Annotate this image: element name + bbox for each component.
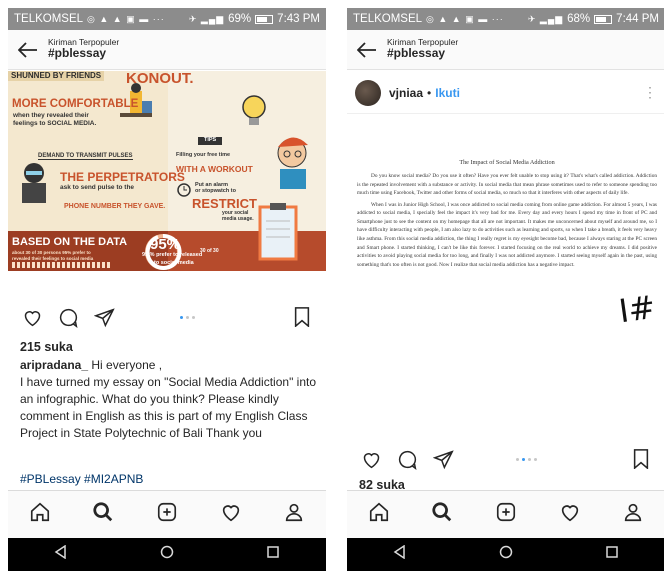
bookmark-icon[interactable] <box>288 303 316 331</box>
infographic-text: MORE COMFORTABLE <box>12 98 139 110</box>
bookmark-icon[interactable] <box>627 445 655 473</box>
home-circle-icon[interactable] <box>499 545 513 564</box>
heart-icon[interactable] <box>220 501 242 528</box>
infographic-text: 30 of 30 <box>200 248 219 254</box>
status-bar: TELKOMSEL ◎ ▲ ▲ ▣ ▬ ··· ✈ ▂▄▆ 68% 7:44 P… <box>347 8 664 30</box>
battery-icon <box>594 14 613 24</box>
recents-square-icon[interactable] <box>266 545 280 564</box>
clipboard-illustration <box>258 203 298 261</box>
infographic-image[interactable]: SHUNNED BY FRIENDS MORE COMFORTABLE when… <box>8 71 326 271</box>
more-options-icon[interactable]: ⋮ <box>643 84 657 101</box>
infographic-text: 95% <box>150 236 181 253</box>
infographic-text: to social media <box>154 260 194 266</box>
infographic-text: KONOUT. <box>126 71 194 87</box>
heart-icon[interactable] <box>18 303 46 331</box>
infographic-text: or stopwatch to <box>195 188 236 194</box>
bottom-nav <box>347 490 664 538</box>
bottom-nav <box>8 490 326 538</box>
comment-icon[interactable] <box>54 303 82 331</box>
infographic-text: ask to send pulse to the <box>60 184 135 191</box>
infographic-text: THE PERPETRATORS <box>60 170 185 184</box>
caption-greeting: Hi everyone , <box>91 358 163 372</box>
back-triangle-icon[interactable] <box>393 544 407 564</box>
comment-icon[interactable] <box>393 445 421 473</box>
heart-icon[interactable] <box>357 445 385 473</box>
add-post-icon[interactable] <box>156 501 178 528</box>
search-icon[interactable] <box>92 501 114 528</box>
phone-screen-left: TELKOMSEL ◎ ▲ ▲ ▣ ▬ ··· ✈ ▂▄▆ 69% 7:43 P… <box>8 0 326 573</box>
battery-icon <box>255 14 274 24</box>
follow-button[interactable]: Ikuti <box>435 86 460 100</box>
heart-icon[interactable] <box>559 501 581 528</box>
home-circle-icon[interactable] <box>160 545 174 564</box>
home-icon[interactable] <box>29 501 51 528</box>
infographic-text: SHUNNED BY FRIENDS <box>8 71 105 81</box>
carousel-dots <box>179 315 195 319</box>
essay-paragraph: Do you know social media? Do you use it … <box>357 173 657 197</box>
infographic-text: Filling your free time <box>176 152 231 158</box>
add-post-icon[interactable] <box>495 501 517 528</box>
back-triangle-icon[interactable] <box>54 544 68 564</box>
post-caption: aripradana_ Hi everyone , I have turned … <box>20 357 316 442</box>
clock: 7:44 PM <box>616 13 659 25</box>
essay-paragraph: When I was in Junior High School, I was … <box>357 201 657 268</box>
post-actions <box>347 444 664 474</box>
battery-percent: 68% <box>567 13 591 25</box>
like-count: 215 suka <box>20 340 73 354</box>
post-header: vjniaa • Ikuti ⋮ <box>347 72 664 114</box>
hacker-illustration <box>22 163 46 203</box>
carousel-dots <box>515 457 537 461</box>
infographic-text: DEMAND TO TRANSMIT PULSES <box>38 153 133 160</box>
search-icon[interactable] <box>431 501 453 528</box>
profile-icon[interactable] <box>283 501 305 528</box>
notification-icons: ◎ ▲ ▲ ▣ ▬ ··· <box>426 13 504 24</box>
avatar[interactable] <box>355 79 381 106</box>
clock: 7:43 PM <box>277 13 320 25</box>
infographic-text: 95 % prefer to released <box>142 252 203 258</box>
infographic-text: RESTRICT <box>192 196 257 211</box>
profile-icon[interactable] <box>622 501 644 528</box>
system-nav-bar <box>8 538 326 571</box>
system-nav-bar <box>347 538 664 571</box>
carrier-label: TELKOMSEL <box>353 13 423 25</box>
app-bar: Kiriman Terpopuler #pblessay <box>8 30 326 70</box>
signal-icon: ✈ ▂▄▆ <box>188 13 225 24</box>
arrow-left-icon[interactable] <box>8 30 48 70</box>
infographic-text: TIPS <box>198 137 223 145</box>
status-bar: TELKOMSEL ◎ ▲ ▲ ▣ ▬ ··· ✈ ▂▄▆ 69% 7:43 P… <box>8 8 326 30</box>
header-title: #pblessay <box>48 46 107 61</box>
app-bar: Kiriman Terpopuler #pblessay <box>347 30 664 70</box>
man-illustration <box>277 137 308 189</box>
post-actions <box>8 302 326 332</box>
battery-percent: 69% <box>228 13 252 25</box>
essay-title: The Impact of Social Media Addiction <box>459 159 555 166</box>
infographic-text: media usage. <box>222 216 254 222</box>
arrow-left-icon[interactable] <box>347 30 387 70</box>
infographic-text: WITH A WORKOUT <box>176 164 253 174</box>
post-username[interactable]: vjniaa <box>389 86 423 100</box>
handwritten-hash-mark: I# <box>616 287 658 331</box>
carrier-label: TELKOMSEL <box>14 13 84 25</box>
caption-body: I have turned my essay on "Social Media … <box>20 375 317 441</box>
lightbulb-icon <box>242 95 266 125</box>
infographic-text: BASED ON THE DATA <box>12 236 128 248</box>
phone-screen-right: TELKOMSEL ◎ ▲ ▲ ▣ ▬ ··· ✈ ▂▄▆ 68% 7:44 P… <box>347 0 664 573</box>
infographic-text: about 30 of 30 persons 95% prefer to <box>12 250 91 255</box>
signal-icon: ✈ ▂▄▆ <box>527 13 564 24</box>
infographic-text: when they revealed their <box>13 112 89 119</box>
home-icon[interactable] <box>368 501 390 528</box>
infographic-text: revealed their feelings to social media <box>12 256 94 261</box>
notification-icons: ◎ ▲ ▲ ▣ ▬ ··· <box>87 13 165 24</box>
infographic-text: PHONE NUMBER THEY GAVE. <box>64 203 166 210</box>
recents-square-icon[interactable] <box>605 545 619 564</box>
send-icon[interactable] <box>429 445 457 473</box>
caption-username[interactable]: aripradana_ <box>20 358 88 372</box>
essay-document-image[interactable]: The Impact of Social Media Addiction Do … <box>347 115 664 435</box>
infographic-text: feelings to SOCIAL MEDIA. <box>13 120 97 127</box>
header-title: #pblessay <box>387 46 446 61</box>
send-icon[interactable] <box>90 303 118 331</box>
hashtag-links[interactable]: #PBLessay #MI2APNB <box>20 472 143 486</box>
people-row-icons <box>12 262 110 268</box>
